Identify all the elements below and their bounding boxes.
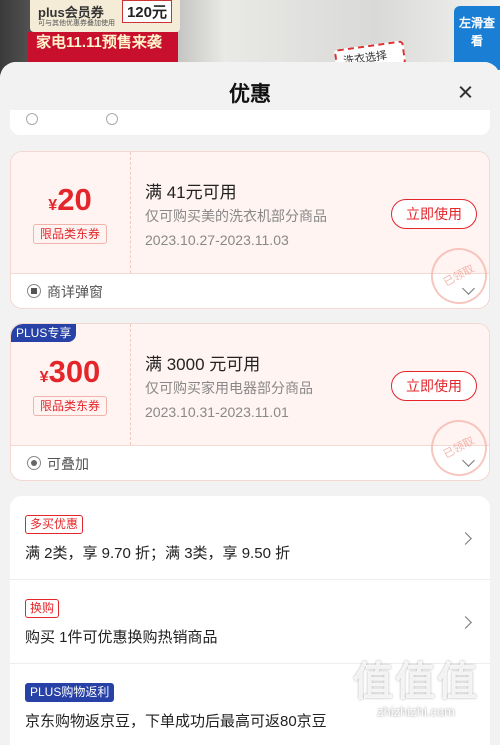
coupon-date-range: 2023.10.27-2023.11.03 bbox=[145, 232, 289, 248]
background-card-note: 可与其他优惠券叠加使用 bbox=[38, 20, 115, 27]
currency-symbol: ¥ bbox=[39, 369, 49, 386]
coupon-date-range: 2023.10.31-2023.11.01 bbox=[145, 404, 289, 420]
coupon-description: 仅可购买美的洗衣机部分商品 bbox=[145, 208, 327, 224]
promotion-row[interactable]: 换购 购买 1件可优惠换购热销商品 bbox=[10, 580, 490, 664]
promotion-tag: 换购 bbox=[25, 599, 60, 618]
coupon-body: ¥20 限品类东券 满 41元可用 仅可购买美的洗衣机部分商品 2023.10.… bbox=[11, 152, 489, 308]
promotion-text: 满 2类，享 9.70 折；满 3类，享 9.50 折 bbox=[25, 545, 291, 562]
coupon-description: 仅可购买家用电器部分商品 bbox=[145, 380, 313, 396]
use-now-button[interactable]: 立即使用 bbox=[391, 199, 477, 229]
coupon-footer[interactable]: 可叠加 bbox=[11, 446, 489, 480]
background-banner: 家电11.11预售来袭 bbox=[28, 32, 178, 62]
sheet-title: 优惠 bbox=[229, 83, 271, 106]
watermark-logo: 值值值 bbox=[353, 660, 479, 704]
promotion-text: 京东购物返京豆，下单成功后最高可返80京豆 bbox=[25, 713, 327, 730]
coupon-footer-label: 商详弹窗 bbox=[47, 284, 103, 300]
background-banner-text: 家电11.11预售来袭 bbox=[36, 34, 162, 51]
plus-exclusive-badge: PLUS专享 bbox=[11, 324, 77, 342]
coupon-value: 20 bbox=[57, 182, 92, 217]
chevron-right-icon bbox=[459, 532, 472, 545]
circle-icon bbox=[26, 113, 38, 125]
watermark-url: zhizhizhi.com bbox=[376, 704, 456, 719]
coupon-footer-label: 可叠加 bbox=[47, 456, 89, 472]
coupon-divider bbox=[130, 324, 131, 445]
promotion-text: 购买 1件可优惠换购热销商品 bbox=[25, 629, 218, 646]
coupon-amount: ¥300 bbox=[11, 354, 129, 390]
chevron-right-icon bbox=[459, 616, 472, 629]
currency-symbol: ¥ bbox=[48, 197, 58, 214]
close-icon[interactable] bbox=[454, 80, 478, 104]
promotion-tag: 多买优惠 bbox=[25, 515, 84, 534]
coupon-amount: ¥20 bbox=[11, 182, 129, 218]
coupon-body: PLUS专享 ¥300 限品类东券 满 3000 元可用 仅可购买家用电器部分商… bbox=[11, 324, 489, 480]
coupon-card: PLUS专享 ¥300 限品类东券 满 3000 元可用 仅可购买家用电器部分商… bbox=[10, 323, 490, 481]
offers-sheet: 优惠 ¥20 限品类东券 满 41元可用 仅可购买美的洗衣机部分商品 2023.… bbox=[0, 62, 500, 745]
background-plus-coupon-card: plus会员券 可与其他优惠券叠加使用 120元 bbox=[30, 0, 180, 32]
coupon-condition: 满 41元可用 bbox=[145, 183, 237, 202]
promotion-tag: PLUS购物返利 bbox=[25, 683, 115, 702]
circle-icon bbox=[106, 113, 118, 125]
coupon-value: 300 bbox=[48, 354, 101, 389]
chevron-down-icon[interactable] bbox=[462, 454, 475, 467]
previous-coupon-partial bbox=[10, 110, 490, 135]
use-now-button[interactable]: 立即使用 bbox=[391, 371, 477, 401]
popup-icon bbox=[27, 284, 41, 298]
coupon-type-tag: 限品类东券 bbox=[33, 224, 107, 244]
chevron-down-icon[interactable] bbox=[462, 282, 475, 295]
coupon-divider bbox=[130, 152, 131, 273]
site-watermark: 值值值 zhizhizhi.com bbox=[346, 660, 486, 740]
stack-icon bbox=[27, 456, 41, 470]
coupon-type-tag: 限品类东券 bbox=[33, 396, 107, 416]
coupon-card: ¥20 限品类东券 满 41元可用 仅可购买美的洗衣机部分商品 2023.10.… bbox=[10, 151, 490, 309]
background-card-price: 120元 bbox=[121, 0, 172, 23]
background-side-button: 左滑查看 bbox=[454, 6, 500, 70]
promotion-row[interactable]: 多买优惠 满 2类，享 9.70 折；满 3类，享 9.50 折 bbox=[10, 496, 490, 580]
coupon-footer[interactable]: 商详弹窗 bbox=[11, 274, 489, 308]
coupon-condition: 满 3000 元可用 bbox=[145, 355, 261, 374]
